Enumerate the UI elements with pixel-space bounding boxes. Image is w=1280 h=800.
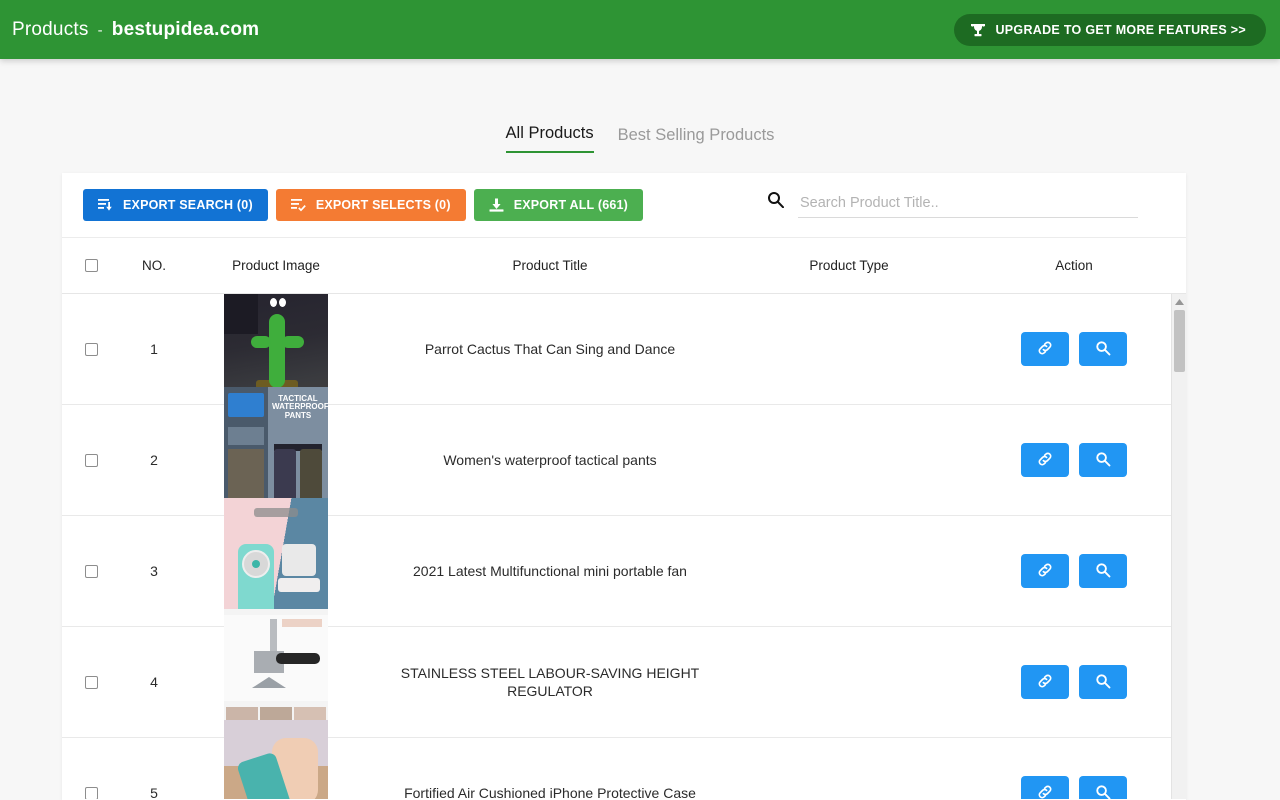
search-icon <box>1095 673 1111 692</box>
table-toolbar: EXPORT SEARCH (0) EXPORT SELECTS (0) EXP… <box>62 173 1186 238</box>
column-header-image: Product Image <box>232 258 320 273</box>
brand-separator: - <box>97 21 103 39</box>
export-search-label: EXPORT SEARCH (0) <box>123 198 253 212</box>
table-body: 1 Parrot Cactus That Can Sing and Dance <box>62 294 1186 799</box>
tab-best-selling-products[interactable]: Best Selling Products <box>618 126 775 153</box>
export-all-button[interactable]: EXPORT ALL (661) <box>473 189 644 221</box>
export-all-label: EXPORT ALL (661) <box>513 198 629 212</box>
row-select-cell <box>62 786 120 799</box>
download-icon <box>489 198 504 212</box>
row-select-cell <box>62 453 120 467</box>
search-input[interactable] <box>798 193 1138 218</box>
list-download-icon <box>98 198 113 212</box>
search-icon <box>767 191 784 218</box>
row-number: 2 <box>150 452 158 468</box>
product-title: STAINLESS STEEL LABOUR-SAVING HEIGHT REG… <box>400 664 700 699</box>
select-all-checkbox[interactable] <box>84 259 98 272</box>
table-body-scroll-area[interactable]: 1 Parrot Cactus That Can Sing and Dance <box>62 294 1186 799</box>
table-header-row: NO. Product Image Product Title Product … <box>62 238 1186 294</box>
row-checkbox[interactable] <box>84 675 98 689</box>
column-header-no: NO. <box>141 258 166 273</box>
view-details-button[interactable] <box>1079 443 1127 477</box>
row-actions <box>962 554 1186 588</box>
upgrade-button[interactable]: UPGRADE TO GET MORE FEATURES >> <box>954 14 1266 46</box>
row-checkbox[interactable] <box>84 453 98 467</box>
product-title: Fortified Air Cushioned iPhone Protectiv… <box>404 784 696 799</box>
view-details-button[interactable] <box>1079 332 1127 366</box>
row-select-cell <box>62 342 120 356</box>
table-row[interactable]: 5 Fortified Air Cushioned iPhone Protect… <box>62 720 1186 799</box>
row-actions <box>962 776 1186 799</box>
copy-link-button[interactable] <box>1021 776 1069 799</box>
search-icon <box>1095 562 1111 581</box>
link-icon <box>1037 784 1053 800</box>
search-icon <box>1095 784 1111 800</box>
select-all-cell <box>62 259 120 272</box>
scroll-up-button[interactable] <box>1172 294 1186 309</box>
row-number: 5 <box>150 785 158 799</box>
product-image-cell <box>188 720 364 799</box>
view-details-button[interactable] <box>1079 776 1127 799</box>
row-actions <box>962 665 1186 699</box>
link-icon <box>1037 451 1053 470</box>
site-name: bestupidea.com <box>111 18 260 40</box>
row-number: 1 <box>150 341 158 357</box>
product-title: Women's waterproof tactical pants <box>443 451 657 468</box>
row-number: 3 <box>150 563 158 579</box>
search-area <box>767 191 1138 218</box>
copy-link-button[interactable] <box>1021 554 1069 588</box>
link-icon <box>1037 562 1053 581</box>
row-actions <box>962 332 1186 366</box>
scrollbar-thumb[interactable] <box>1174 310 1185 372</box>
search-icon <box>1095 451 1111 470</box>
app-header: Products - bestupidea.com UPGRADE TO GET… <box>0 0 1280 59</box>
brand: Products - bestupidea.com <box>12 19 259 41</box>
export-search-button[interactable]: EXPORT SEARCH (0) <box>83 189 268 221</box>
view-details-button[interactable] <box>1079 554 1127 588</box>
products-card: EXPORT SEARCH (0) EXPORT SELECTS (0) EXP… <box>62 173 1186 800</box>
copy-link-button[interactable] <box>1021 665 1069 699</box>
copy-link-button[interactable] <box>1021 443 1069 477</box>
row-select-cell <box>62 675 120 689</box>
export-selects-button[interactable]: EXPORT SELECTS (0) <box>275 189 466 221</box>
column-header-title: Product Title <box>512 258 588 273</box>
row-select-cell <box>62 564 120 578</box>
page-title: Products <box>12 18 89 40</box>
row-checkbox[interactable] <box>84 564 98 578</box>
search-icon <box>1095 340 1111 359</box>
tab-all-products[interactable]: All Products <box>505 124 594 153</box>
product-title: Parrot Cactus That Can Sing and Dance <box>424 340 676 357</box>
upgrade-button-label: UPGRADE TO GET MORE FEATURES >> <box>995 23 1246 37</box>
link-icon <box>1037 673 1053 692</box>
link-icon <box>1037 340 1053 359</box>
product-image[interactable] <box>224 720 328 799</box>
copy-link-button[interactable] <box>1021 332 1069 366</box>
row-actions <box>962 443 1186 477</box>
row-checkbox[interactable] <box>84 786 98 799</box>
product-tabs: All Products Best Selling Products <box>0 124 1280 153</box>
product-title: 2021 Latest Multifunctional mini portabl… <box>413 562 687 579</box>
list-check-icon <box>290 198 306 212</box>
trophy-icon <box>970 23 986 38</box>
export-selects-label: EXPORT SELECTS (0) <box>315 198 451 212</box>
table-scrollbar[interactable] <box>1171 294 1186 799</box>
view-details-button[interactable] <box>1079 665 1127 699</box>
column-header-action: Action <box>1055 258 1093 273</box>
row-number: 4 <box>150 674 158 690</box>
column-header-type: Product Type <box>809 258 889 273</box>
row-checkbox[interactable] <box>84 342 98 356</box>
